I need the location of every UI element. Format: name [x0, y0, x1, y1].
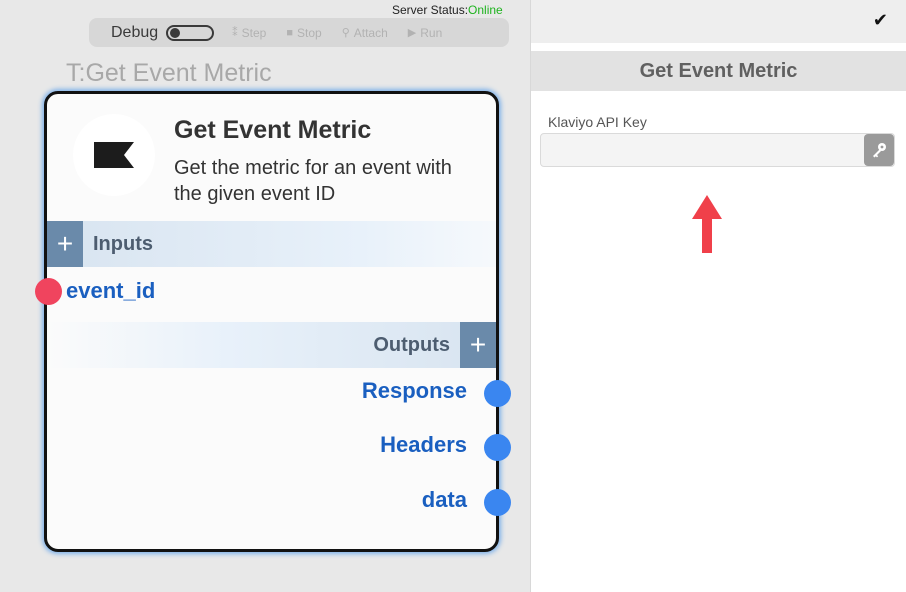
- step-icon: ⁑: [232, 27, 238, 39]
- api-key-input[interactable]: [540, 133, 895, 167]
- outputs-section-header: Outputs +: [47, 322, 496, 368]
- node-card[interactable]: Get Event Metric Get the metric for an e…: [35, 91, 511, 552]
- output-port-headers[interactable]: [484, 434, 511, 461]
- server-status-label: Server Status:: [392, 3, 469, 17]
- debug-toolbar: Debug ⁑ Step ■ Stop ⚲ Attach ▶ Run: [89, 18, 509, 47]
- output-headers-label: Headers: [380, 432, 467, 457]
- output-data-label: data: [421, 487, 467, 512]
- run-label: Run: [420, 25, 443, 40]
- output-port-data[interactable]: [484, 489, 511, 516]
- inputs-label: Inputs: [93, 232, 153, 255]
- debug-label: Debug: [111, 23, 159, 41]
- key-icon: [873, 143, 886, 158]
- attach-button[interactable]: ⚲ Attach: [342, 26, 388, 40]
- toggle-knob: [170, 27, 181, 38]
- node-type-title: T:Get Event Metric: [66, 59, 272, 87]
- debug-toggle[interactable]: [166, 24, 215, 41]
- panel-title: Get Event Metric: [531, 51, 906, 91]
- plus-icon: +: [469, 329, 487, 360]
- step-label: Step: [241, 25, 267, 40]
- plus-icon: +: [56, 228, 74, 259]
- outputs-label: Outputs: [373, 333, 450, 356]
- step-button[interactable]: ⁑ Step: [232, 26, 266, 40]
- input-event-id-label: event_id: [66, 278, 156, 303]
- stop-label: Stop: [297, 25, 322, 40]
- stop-button[interactable]: ■ Stop: [286, 26, 321, 40]
- panel-topbar: ✔: [531, 0, 906, 43]
- add-input-button[interactable]: +: [47, 221, 83, 267]
- api-key-label: Klaviyo API Key: [548, 114, 647, 130]
- klaviyo-flag-icon: [73, 114, 155, 196]
- annotation-arrow-icon: [692, 195, 722, 253]
- properties-panel: ✔ Get Event Metric Klaviyo API Key: [530, 0, 906, 592]
- inputs-section-header: + Inputs: [47, 221, 496, 267]
- attach-label: Attach: [353, 25, 388, 40]
- run-button[interactable]: ▶ Run: [408, 26, 442, 40]
- stop-icon: ■: [286, 26, 293, 39]
- add-output-button[interactable]: +: [460, 322, 496, 368]
- workflow-canvas[interactable]: Server Status:Online Debug ⁑ Step ■ Stop…: [0, 0, 530, 592]
- key-button[interactable]: [864, 134, 894, 166]
- node-title: Get Event Metric: [174, 116, 372, 144]
- output-port-response[interactable]: [484, 380, 511, 407]
- link-icon: ⚲: [341, 27, 350, 39]
- input-port-event-id[interactable]: [35, 278, 62, 305]
- server-status-value: Online: [468, 3, 503, 17]
- output-response-label: Response: [361, 378, 467, 403]
- node-description: Get the metric for an event with the giv…: [174, 157, 452, 205]
- server-status: Server Status:Online: [392, 3, 503, 17]
- play-icon: ▶: [407, 27, 417, 39]
- checkmark-icon[interactable]: ✔: [873, 10, 888, 31]
